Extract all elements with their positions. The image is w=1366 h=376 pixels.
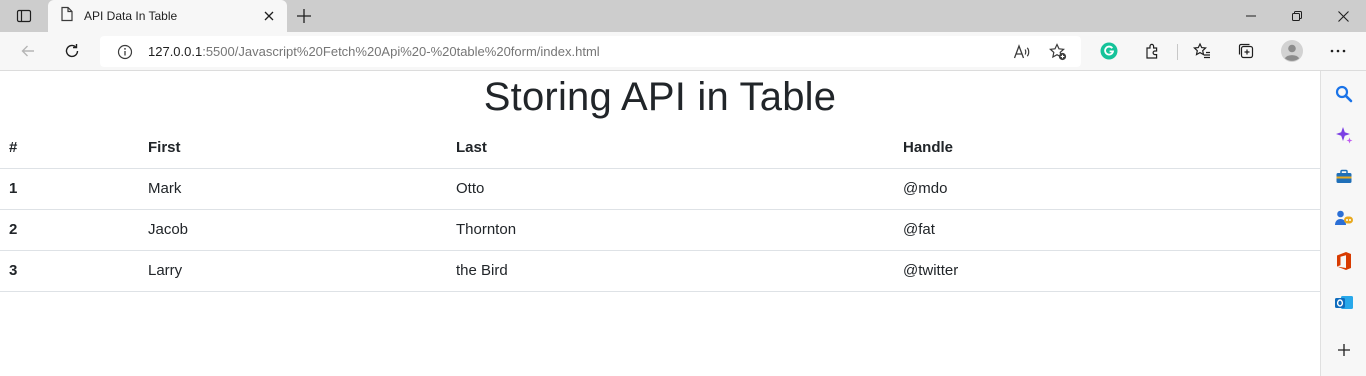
- cell-handle: @twitter: [903, 250, 1320, 292]
- info-icon[interactable]: [108, 36, 142, 67]
- restore-button[interactable]: [1274, 0, 1320, 32]
- minimize-icon: [1246, 15, 1256, 17]
- header-last: Last: [456, 127, 903, 169]
- read-aloud-icon[interactable]: [1009, 39, 1035, 65]
- cell-last: the Bird: [456, 250, 903, 292]
- toolbar-divider: [1177, 44, 1178, 60]
- url-path: :5500/Javascript%20Fetch%20Api%20-%20tab…: [202, 44, 600, 59]
- tab-close-icon[interactable]: [255, 2, 283, 30]
- page-content: Storing API in Table # First Last Handle…: [0, 71, 1320, 376]
- refresh-icon: [65, 44, 79, 58]
- new-tab-button[interactable]: [290, 2, 318, 30]
- grammarly-icon[interactable]: [1095, 37, 1123, 65]
- star-add-icon[interactable]: [1045, 39, 1071, 65]
- cell-first: Mark: [148, 168, 456, 210]
- url-host: 127.0.0.1: [148, 44, 203, 59]
- minimize-button[interactable]: [1228, 0, 1274, 32]
- back-arrow-icon: [21, 45, 34, 57]
- tab-title: API Data In Table: [84, 9, 178, 23]
- favorites-icon[interactable]: [1188, 37, 1216, 65]
- active-tab[interactable]: API Data In Table: [48, 0, 287, 32]
- add-icon[interactable]: [1331, 337, 1357, 363]
- title-bar: API Data In Table: [0, 0, 1366, 32]
- plus-icon: [297, 9, 311, 23]
- extensions-puzzle-icon[interactable]: [1139, 37, 1167, 65]
- table-row: 3 Larry the Bird @twitter: [0, 250, 1320, 292]
- restore-icon: [1292, 11, 1302, 21]
- table-row: 2 Jacob Thornton @fat: [0, 209, 1320, 251]
- row-number: 1: [0, 168, 148, 210]
- cell-first: Larry: [148, 250, 456, 292]
- close-window-button[interactable]: [1320, 0, 1366, 32]
- collections-icon[interactable]: [1232, 37, 1260, 65]
- copilot-icon[interactable]: [1331, 122, 1357, 148]
- row-number: 3: [0, 250, 148, 292]
- office-icon[interactable]: [1331, 248, 1357, 274]
- header-first: First: [148, 127, 456, 169]
- more-icon[interactable]: [1324, 37, 1352, 65]
- row-number: 2: [0, 209, 148, 251]
- cell-last: Otto: [456, 168, 903, 210]
- url-text[interactable]: 127.0.0.1:5500/Javascript%20Fetch%20Api%…: [148, 44, 600, 59]
- close-icon: [1337, 10, 1349, 22]
- tools-icon[interactable]: [1331, 164, 1357, 190]
- tab-actions-icon[interactable]: [0, 0, 48, 32]
- search-icon[interactable]: [1331, 81, 1357, 107]
- document-icon: [60, 6, 74, 27]
- table-header-row: # First Last Handle: [0, 127, 1320, 169]
- cell-last: Thornton: [456, 209, 903, 251]
- address-bar[interactable]: 127.0.0.1:5500/Javascript%20Fetch%20Api%…: [100, 36, 1081, 67]
- header-number: #: [0, 127, 148, 169]
- cell-handle: @fat: [903, 209, 1320, 251]
- edge-sidebar: [1320, 71, 1366, 376]
- table-row: 1 Mark Otto @mdo: [0, 168, 1320, 210]
- games-icon[interactable]: [1331, 205, 1357, 231]
- outlook-icon[interactable]: [1331, 290, 1357, 316]
- cell-first: Jacob: [148, 209, 456, 251]
- page-title: Storing API in Table: [483, 75, 837, 119]
- header-handle: Handle: [903, 127, 1320, 169]
- data-table: # First Last Handle 1 Mark Otto @mdo 2 J…: [0, 127, 1320, 292]
- profile-avatar[interactable]: [1278, 37, 1306, 65]
- cell-handle: @mdo: [903, 168, 1320, 210]
- back-button[interactable]: [13, 36, 43, 66]
- browser-toolbar: 127.0.0.1:5500/Javascript%20Fetch%20Api%…: [0, 32, 1366, 71]
- refresh-button[interactable]: [57, 36, 87, 66]
